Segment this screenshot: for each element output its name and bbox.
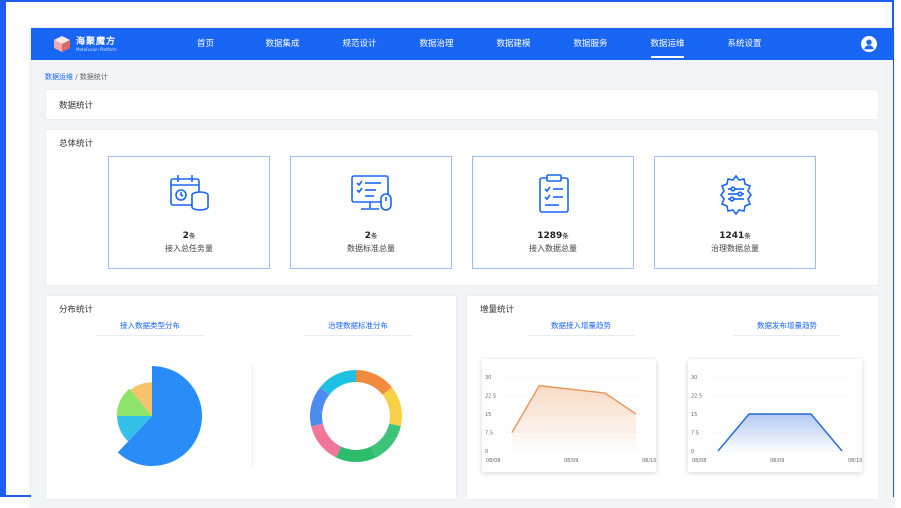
donut-slice-1 [382, 387, 402, 427]
distribution-right-title[interactable]: 治理数据标准分布 [304, 320, 412, 336]
overall-stats-title: 总体统计 [59, 139, 94, 149]
stat-label-governed: 治理数据总量 [711, 244, 759, 253]
nav-item-governance[interactable]: 数据治理 [398, 28, 475, 60]
y-tick-label: 15 [485, 412, 491, 418]
logo-subtitle: MetaFusion Platform [76, 46, 117, 52]
cube-logo-icon [53, 35, 71, 53]
stat-unit-standards: 条 [370, 232, 378, 240]
donut-chart [310, 370, 402, 462]
stat-value-ingested: 1289 [537, 231, 563, 241]
breadcrumb: 数据运维 / 数据统计 [45, 72, 108, 82]
donut-slice-5 [310, 387, 330, 427]
breadcrumb-parent[interactable]: 数据运维 [45, 73, 73, 81]
breadcrumb-separator: / [73, 73, 80, 81]
stat-label-tasks: 接入总任务量 [165, 244, 213, 253]
y-tick-label: 30 [485, 375, 491, 381]
x-tick-label: 08/10 [642, 458, 656, 464]
y-tick-label: 22.5 [485, 394, 496, 400]
stat-unit-ingested: 条 [562, 232, 569, 240]
stat-value-governed: 1241 [719, 231, 745, 241]
ingest-trend-chart: 0 7.5 15 22.5 30 08/08 08/09 08/10 [482, 359, 656, 472]
distribution-divider [252, 364, 253, 468]
increment-right-title[interactable]: 数据发布增量趋势 [733, 320, 841, 336]
donut-slice-2 [370, 423, 401, 458]
nav-item-service[interactable]: 数据服务 [552, 28, 629, 60]
distribution-left-title[interactable]: 接入数据类型分布 [96, 320, 204, 336]
main-nav: 首页 数据集成 规范设计 数据治理 数据建模 数据服务 数据运维 系统设置 [167, 28, 783, 60]
top-navbar: 海聚魔方 MetaFusion Platform 首页 数据集成 规范设计 数据… [31, 28, 893, 60]
x-tick-label: 08/09 [770, 458, 784, 464]
increment-left-title[interactable]: 数据接入增量趋势 [527, 320, 635, 336]
y-tick-label: 0 [691, 449, 694, 455]
publish-trend-chart: 0 7.5 15 22.5 30 08/08 08/09 08/10 [688, 359, 862, 472]
nav-item-operations[interactable]: 数据运维 [629, 28, 706, 60]
y-tick-label: 22.5 [691, 394, 702, 400]
overall-stats-card: 总体统计 2条 接入总任务量 2条 数据标准总量 1289条 接入数据总量 12… [45, 129, 879, 286]
donut-slice-0 [356, 370, 392, 395]
increment-title: 增量统计 [480, 305, 515, 315]
stat-card-ingested[interactable]: 1289条 接入数据总量 [472, 156, 634, 269]
stat-label-standards: 数据标准总量 [347, 244, 395, 253]
nav-item-home[interactable]: 首页 [167, 28, 244, 60]
x-tick-label: 08/08 [486, 458, 500, 464]
backdrop-accent [0, 0, 6, 497]
monitor-standard-icon [350, 173, 394, 215]
donut-slice-6 [320, 370, 356, 395]
donut-slice-3 [336, 446, 376, 462]
stat-card-governed[interactable]: 1241条 治理数据总量 [654, 156, 816, 269]
donut-slice-4 [311, 423, 342, 458]
page-title: 数据统计 [59, 101, 94, 111]
rose-pie-chart [116, 366, 202, 466]
increment-card: 增量统计 数据接入增量趋势 数据发布增量趋势 0 7.5 15 22.5 30 08/08… [466, 295, 879, 500]
y-tick-label: 15 [691, 412, 697, 418]
logo[interactable]: 海聚魔方 MetaFusion Platform [53, 35, 163, 53]
x-tick-label: 08/09 [564, 458, 578, 464]
y-tick-label: 0 [485, 449, 488, 455]
distribution-title: 分布统计 [59, 305, 94, 315]
y-tick-label: 7.5 [691, 431, 699, 437]
y-tick-label: 30 [691, 375, 697, 381]
gear-settings-icon [714, 173, 758, 216]
nav-item-settings[interactable]: 系统设置 [706, 28, 783, 60]
area-fill [718, 414, 842, 451]
nav-item-integration[interactable]: 数据集成 [244, 28, 321, 60]
x-tick-label: 08/08 [692, 458, 706, 464]
app-window: 海聚魔方 MetaFusion Platform 首页 数据集成 规范设计 数据… [31, 28, 893, 508]
x-tick-label: 08/10 [848, 458, 862, 464]
calendar-database-icon [168, 173, 212, 215]
nav-item-modeling[interactable]: 数据建模 [475, 28, 552, 60]
y-tick-label: 7.5 [485, 431, 493, 437]
nav-item-design[interactable]: 规范设计 [321, 28, 398, 60]
stat-unit-tasks: 条 [188, 232, 196, 240]
clipboard-icon [532, 173, 576, 215]
breadcrumb-current: 数据统计 [79, 73, 108, 81]
user-avatar-icon[interactable] [861, 36, 877, 52]
logo-title: 海聚魔方 [76, 36, 117, 47]
stat-unit-governed: 条 [744, 232, 751, 240]
stat-card-tasks[interactable]: 2条 接入总任务量 [108, 156, 270, 269]
stat-card-standards[interactable]: 2条 数据标准总量 [290, 156, 452, 269]
stat-label-ingested: 接入数据总量 [529, 244, 577, 253]
distribution-card: 分布统计 接入数据类型分布 治理数据标准分布 [45, 295, 457, 500]
page-title-card: 数据统计 [45, 89, 879, 120]
